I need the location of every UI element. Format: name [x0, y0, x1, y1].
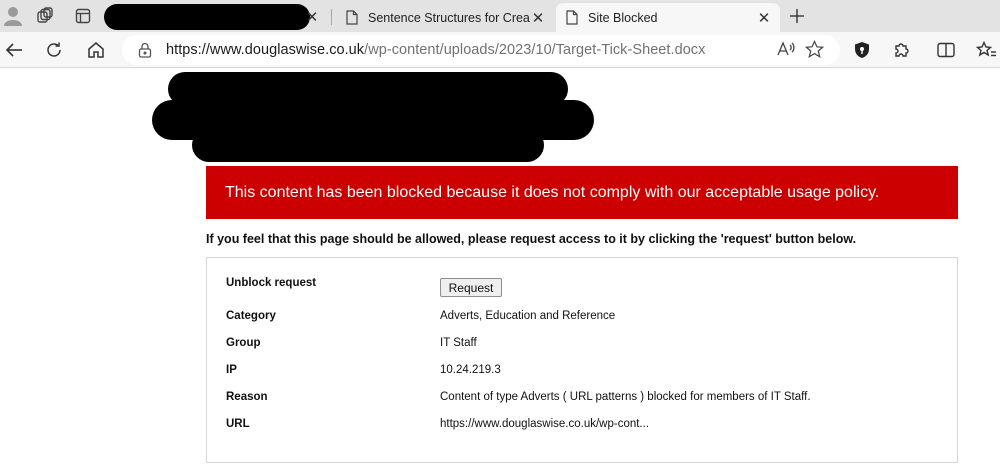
refresh-icon[interactable] [42, 38, 66, 62]
favorite-star-icon[interactable] [804, 39, 825, 64]
blocked-message: This content has been blocked because it… [225, 183, 880, 201]
tab-title: Sentence Structures for Creative Writing [368, 10, 530, 25]
url-value: https://www.douglaswise.co.uk/wp-cont... [440, 418, 650, 430]
tab-sentence-structures[interactable]: Sentence Structures for Creative Writing… [336, 3, 554, 32]
group-label: Group [226, 337, 261, 349]
address-bar[interactable]: https://www.douglaswise.co.uk/wp-content… [122, 35, 840, 65]
profile-avatar-icon[interactable] [2, 5, 24, 27]
extensions-icon[interactable] [890, 38, 914, 62]
url-label: URL [226, 418, 250, 430]
tab-site-blocked[interactable]: Site Blocked ✕ [556, 3, 780, 32]
tab-actions-icon[interactable] [72, 5, 94, 27]
url-path: /wp-content/uploads/2023/10/Target-Tick-… [364, 42, 706, 58]
browser-toolbar: https://www.douglaswise.co.uk/wp-content… [0, 32, 1000, 68]
workspaces-icon[interactable] [34, 5, 56, 27]
tab-strip: ✕ Sentence Structures for Creative Writi… [0, 0, 1000, 32]
document-icon [346, 10, 358, 25]
tab-title: Site Blocked [588, 10, 658, 25]
close-tab-icon[interactable]: ✕ [530, 10, 546, 27]
redaction-mark [192, 128, 544, 162]
lock-icon[interactable] [138, 42, 152, 58]
reason-value: Content of type Adverts ( URL patterns )… [440, 391, 811, 403]
group-value: IT Staff [440, 337, 477, 349]
ip-label: IP [226, 364, 237, 376]
tab-separator [331, 9, 332, 25]
url-host: https://www.douglaswise.co.uk [166, 42, 365, 58]
close-tab-icon[interactable]: ✕ [756, 10, 772, 27]
unblock-request-panel: Unblock request Request Category Adverts… [206, 257, 958, 463]
split-screen-icon[interactable] [934, 38, 958, 62]
category-label: Category [226, 310, 276, 322]
document-icon [566, 10, 578, 25]
url-text[interactable]: https://www.douglaswise.co.uk/wp-content… [166, 42, 705, 58]
redaction-mark [104, 4, 310, 30]
close-tab-icon[interactable]: ✕ [304, 9, 320, 26]
home-icon[interactable] [84, 38, 108, 62]
unblock-request-label: Unblock request [226, 277, 317, 289]
request-button[interactable]: Request [440, 278, 502, 297]
new-tab-icon[interactable] [786, 5, 808, 27]
ip-value: 10.24.219.3 [440, 364, 501, 376]
blocked-banner: This content has been blocked because it… [206, 166, 958, 219]
category-value: Adverts, Education and Reference [440, 310, 616, 322]
read-aloud-icon[interactable] [776, 40, 796, 61]
back-arrow-icon[interactable] [2, 38, 26, 62]
favorites-collections-icon[interactable] [974, 38, 998, 62]
reason-label: Reason [226, 391, 268, 403]
password-manager-icon[interactable] [850, 38, 874, 62]
request-notice: If you feel that this page should be all… [206, 232, 857, 246]
tab-redacted[interactable]: ✕ [100, 3, 328, 32]
